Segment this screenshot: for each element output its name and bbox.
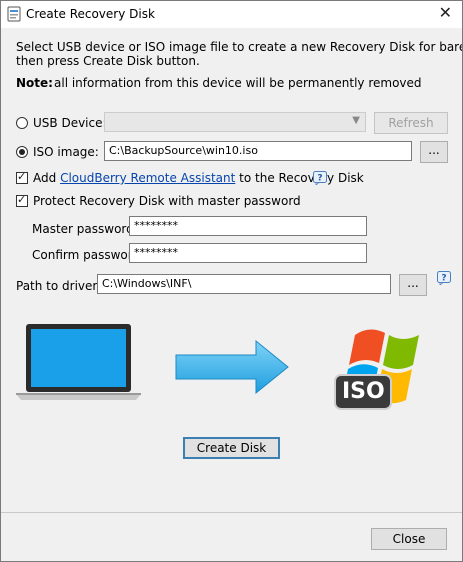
window-title: Create Recovery Disk [26, 7, 155, 21]
drivers-path-input[interactable]: C:\Windows\INF\ [97, 274, 391, 294]
protect-master-password-checkbox[interactable] [16, 193, 28, 207]
chevron-down-icon: ▼ [352, 115, 360, 126]
iso-path-input[interactable]: C:\BackupSource\win10.iso [104, 141, 412, 161]
app-icon [7, 6, 21, 22]
drivers-browse-button[interactable]: ... [399, 274, 427, 296]
note-text: all information from this device will be… [54, 76, 422, 90]
iso-image-radio[interactable] [16, 146, 28, 158]
title-bar: Create Recovery Disk ✕ [1, 1, 462, 28]
master-password-input[interactable]: ******** [129, 216, 367, 236]
svg-text:?: ? [317, 174, 322, 184]
drivers-path-label: Path to drivers: [16, 279, 108, 293]
intro-line-2: then press Create Disk button. [16, 54, 200, 68]
usb-device-select[interactable]: ▼ [104, 112, 366, 132]
refresh-button[interactable]: Refresh [374, 112, 448, 134]
usb-device-radio[interactable] [16, 117, 28, 129]
cloudberry-remote-assistant-link[interactable]: CloudBerry Remote Assistant [60, 171, 235, 185]
add-remote-assistant-checkbox[interactable] [16, 170, 28, 184]
arrow-right-icon [175, 339, 289, 395]
help-icon[interactable]: ? [313, 171, 327, 185]
add-suffix: to the Recovery Disk [239, 171, 364, 185]
add-prefix: Add [33, 171, 57, 185]
intro-line-1: Select USB device or ISO image file to c… [16, 40, 462, 54]
protect-master-password-label: Protect Recovery Disk with master passwo… [33, 194, 301, 208]
footer-divider [1, 512, 462, 513]
close-button[interactable]: Close [371, 528, 447, 550]
create-recovery-disk-dialog: Create Recovery Disk ✕ Select USB device… [0, 0, 463, 562]
svg-text:?: ? [441, 274, 446, 284]
note-label: Note: [16, 76, 53, 90]
iso-image-label: ISO image: [33, 145, 99, 159]
iso-browse-button[interactable]: ... [420, 141, 448, 163]
create-disk-button[interactable]: Create Disk [183, 437, 280, 459]
confirm-password-input[interactable]: ******** [129, 243, 367, 263]
master-password-label: Master password: [32, 222, 138, 236]
laptop-icon [16, 324, 141, 400]
confirm-password-label: Confirm password: [32, 248, 145, 262]
usb-device-label: USB Device: [33, 116, 107, 130]
close-window-icon[interactable]: ✕ [439, 4, 452, 22]
iso-badge-label: ISO [342, 379, 385, 404]
help-icon[interactable]: ? [437, 271, 451, 285]
